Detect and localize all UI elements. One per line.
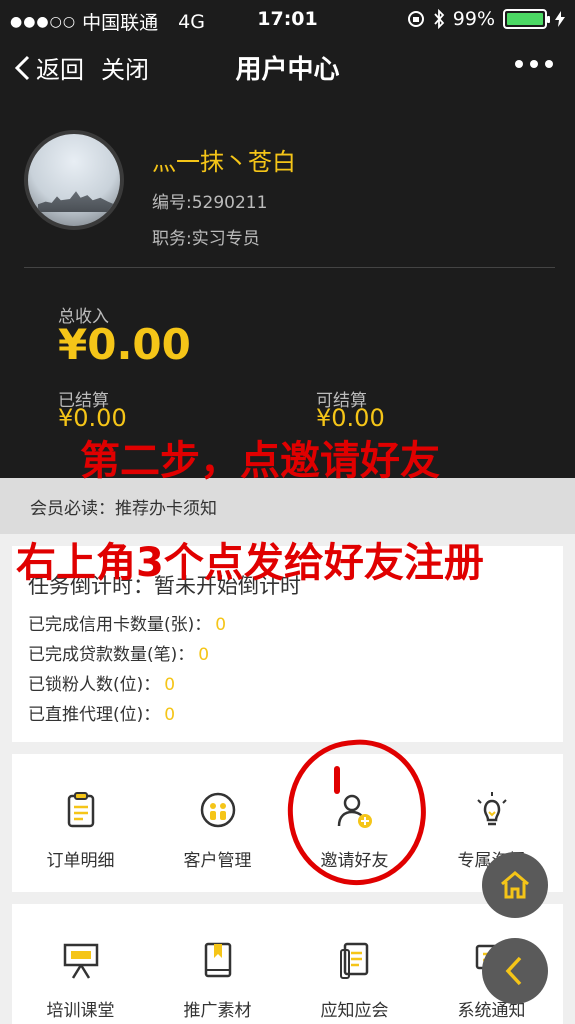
- training-class-button[interactable]: 培训课堂: [12, 940, 149, 1021]
- task-row-label: 已锁粉人数(位)：: [28, 675, 161, 695]
- page-title: 用户中心: [235, 55, 340, 85]
- system-notification-label: 系统通知: [457, 1001, 526, 1021]
- bluetooth-icon: [434, 9, 445, 29]
- notice-text: 会员必读：推荐办卡须知: [30, 499, 217, 519]
- more-dot-icon: [545, 60, 553, 68]
- user-role: 职务:实习专员: [152, 229, 260, 249]
- charging-icon: [555, 11, 565, 27]
- essential-knowledge-label: 应知应会: [320, 1001, 389, 1021]
- promo-materials-label: 推广素材: [183, 1001, 252, 1021]
- task-row: 已锁粉人数(位)： 0: [28, 670, 175, 695]
- book-icon: [204, 942, 231, 978]
- easel-icon: [63, 943, 98, 979]
- user-id: 编号:5290211: [152, 193, 268, 213]
- annotation-mark: [334, 766, 340, 794]
- battery-icon: [503, 9, 550, 29]
- training-class-label: 培训课堂: [46, 1001, 115, 1021]
- more-dot-icon: [515, 60, 523, 68]
- task-row-label: 已直推代理(位)：: [28, 705, 161, 725]
- clipboard-icon: [67, 792, 94, 828]
- annotation-step-text: 第二步，点邀请好友: [80, 438, 440, 484]
- status-right: 99%: [407, 8, 565, 30]
- promo-materials-button[interactable]: 推广素材: [149, 940, 286, 1021]
- orientation-lock-icon: [407, 11, 424, 27]
- nav-bar: 返回 关闭 用户中心: [0, 40, 575, 92]
- annotation-hint-text: 右上角3个点发给好友注册: [16, 540, 484, 586]
- task-row-label: 已完成贷款数量(笔)：: [28, 645, 195, 665]
- profile-section: 灬一抹丶苍白 编号:5290211 职务:实习专员 总收入 ¥0.00 已结算 …: [0, 92, 575, 478]
- customer-management-label: 客户管理: [183, 851, 252, 871]
- task-row-label: 已完成信用卡数量(张)：: [28, 615, 212, 635]
- more-dot-icon: [530, 60, 538, 68]
- floating-back-button[interactable]: [482, 938, 548, 1004]
- customer-icon: [200, 792, 235, 828]
- document-icon: [339, 942, 368, 979]
- function-grid-2: 培训课堂 推广素材 应知应会 系统通知: [12, 904, 563, 1024]
- task-row-count: 0: [215, 615, 227, 635]
- task-row: 已完成信用卡数量(张)： 0: [28, 610, 226, 635]
- more-button[interactable]: [515, 60, 553, 68]
- essential-knowledge-button[interactable]: 应知应会: [286, 940, 423, 1021]
- order-details-label: 订单明细: [46, 851, 115, 871]
- task-row-count: 0: [164, 675, 176, 695]
- home-button[interactable]: [482, 852, 548, 918]
- city-skyline-image: [38, 191, 114, 212]
- function-grid-1: 订单明细 客户管理 邀请好友 专属海报: [12, 754, 563, 892]
- avatar[interactable]: [24, 130, 124, 230]
- order-details-button[interactable]: 订单明细: [12, 790, 149, 871]
- task-row-count: 0: [198, 645, 210, 665]
- task-row-count: 0: [164, 705, 176, 725]
- status-bar: ●●●○○ 中国联通 4G 17:01 99%: [0, 0, 575, 40]
- battery-percent: 99%: [452, 8, 495, 30]
- chevron-left-icon: [505, 956, 522, 986]
- total-income-value: ¥0.00: [58, 320, 191, 369]
- notice-bar[interactable]: 会员必读：推荐办卡须知: [0, 478, 575, 534]
- user-name: 灬一抹丶苍白: [152, 148, 296, 176]
- exclusive-poster-button[interactable]: 专属海报: [423, 790, 560, 871]
- home-icon: [501, 871, 529, 899]
- lightbulb-icon: [476, 792, 507, 826]
- task-row: 已直推代理(位)： 0: [28, 700, 175, 725]
- divider: [24, 267, 555, 268]
- task-row: 已完成贷款数量(笔)： 0: [28, 640, 209, 665]
- customer-management-button[interactable]: 客户管理: [149, 790, 286, 871]
